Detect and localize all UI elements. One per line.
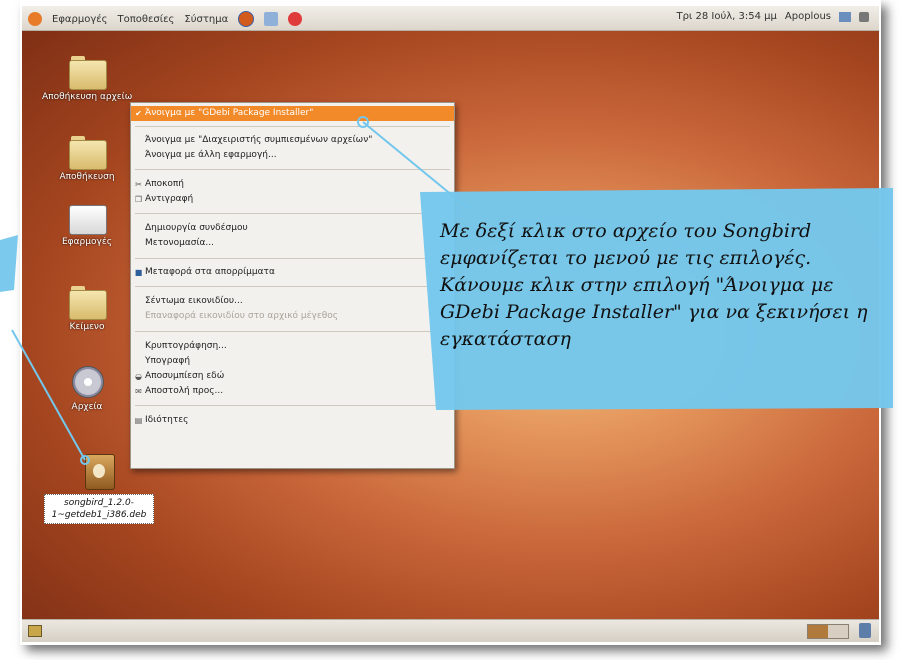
ubuntu-logo-icon[interactable] bbox=[28, 12, 42, 26]
desktop-folder-icon-1[interactable]: Αποθήκευση αρχείων bbox=[42, 56, 132, 102]
menu-separator bbox=[135, 286, 450, 287]
copy-icon: ❐ bbox=[134, 195, 143, 204]
desktop-icon-label: Κείμενο bbox=[69, 322, 105, 332]
top-panel-menus: Εφαρμογές Τοποθεσίες Σύστημα bbox=[28, 11, 303, 27]
mail-launcher-icon[interactable] bbox=[264, 12, 279, 26]
menu-item-label: Αποκοπή bbox=[145, 179, 185, 189]
menu-item-extract-here[interactable]: ◒ Αποσυμπίεση εδώ bbox=[131, 369, 454, 384]
folder-icon bbox=[69, 136, 107, 170]
firefox-launcher-icon[interactable] bbox=[238, 11, 255, 27]
workspace-switcher[interactable] bbox=[807, 624, 849, 639]
menu-item-open-other[interactable]: Άνοιγμα με άλλη εφαρμογή... bbox=[131, 148, 454, 163]
folder-icon bbox=[69, 56, 107, 90]
menu-separator bbox=[135, 126, 450, 127]
properties-icon: ▤ bbox=[134, 416, 143, 425]
top-panel: Εφαρμογές Τοποθεσίες Σύστημα Τρι 28 Ιούλ… bbox=[22, 6, 879, 31]
menu-item-label: Μεταφορά στα απορρίμματα bbox=[145, 267, 275, 277]
menu-separator bbox=[135, 169, 450, 170]
menu-item-properties[interactable]: ▤ Ιδιότητες bbox=[131, 413, 454, 428]
desktop-file-icon-3[interactable]: Εφαρμογές bbox=[42, 201, 132, 247]
trash-icon[interactable] bbox=[859, 623, 871, 638]
menu-item-encrypt[interactable]: Κρυπτογράφηση... bbox=[131, 339, 454, 354]
scissors-icon: ✂ bbox=[135, 180, 142, 189]
menu-item-make-link[interactable]: Δημιουργία συνδέσμου bbox=[131, 221, 454, 236]
menu-item-stretch-icon[interactable]: Σέντωμα εικονιδίου... bbox=[131, 294, 454, 309]
desktop-folder-icon-4[interactable]: Κείμενο bbox=[42, 286, 132, 332]
desktop-icon-label: Αποθήκευση αρχείων bbox=[42, 92, 132, 102]
menu-item-open-gdebi[interactable]: ✔ Άνοιγμα με "GDebi Package Installer" bbox=[131, 106, 454, 121]
menu-item-label: Αποστολή προς... bbox=[145, 386, 224, 396]
menu-item-move-to-trash[interactable]: ■ Μεταφορά στα απορρίμματα bbox=[131, 265, 454, 280]
top-panel-status: Τρι 28 Ιούλ, 3:54 μμ Apoplous bbox=[676, 11, 869, 22]
volume-icon[interactable] bbox=[859, 11, 869, 22]
desktop-icon-label: Αρχεία bbox=[71, 402, 103, 412]
disc-icon bbox=[69, 366, 105, 398]
menu-item-label: Ιδιότητες bbox=[145, 415, 189, 425]
menu-item-label: Κρυπτογράφηση... bbox=[145, 341, 227, 351]
menu-item-cut[interactable]: ✂ Αποκοπή bbox=[131, 177, 454, 192]
selected-file-label: songbird_1.2.0-1~getdeb1_i386.deb bbox=[44, 494, 154, 524]
menu-separator bbox=[135, 213, 450, 214]
menu-places[interactable]: Τοποθεσίες bbox=[118, 14, 175, 25]
menu-separator bbox=[135, 258, 450, 259]
menu-item-label: Σέντωμα εικονιδίου... bbox=[145, 296, 243, 306]
show-desktop-icon[interactable] bbox=[28, 625, 42, 637]
menu-item-label: Αποσυμπίεση εδώ bbox=[145, 371, 225, 381]
menu-item-restore-icon-size: Επαναφορά εικονιδίου στο αρχικό μέγεθος bbox=[131, 309, 454, 324]
menu-item-label: Άνοιγμα με "Διαχειριστής συμπιεσμένων αρ… bbox=[145, 135, 373, 145]
callout-text: Με δεξί κλικ στο αρχείο του Songbird εμφ… bbox=[440, 220, 868, 350]
left-callout-pointer bbox=[0, 235, 18, 292]
document-icon bbox=[69, 201, 107, 235]
clock[interactable]: Τρι 28 Ιούλ, 3:54 μμ bbox=[676, 11, 776, 22]
menu-applications[interactable]: Εφαρμογές bbox=[52, 14, 108, 25]
menu-item-label: Άνοιγμα με άλλη εφαρμογή... bbox=[145, 150, 277, 160]
extract-icon: ◒ bbox=[135, 372, 142, 381]
package-icon bbox=[79, 450, 119, 490]
menu-item-label: Υπογραφή bbox=[145, 356, 191, 366]
send-icon: ✉ bbox=[135, 387, 142, 396]
check-icon: ✔ bbox=[135, 109, 142, 118]
desktop-icon-label: Αποθήκευση bbox=[59, 172, 115, 182]
folder-icon bbox=[69, 286, 107, 320]
menu-item-label: Επαναφορά εικονιδίου στο αρχικό μέγεθος bbox=[145, 311, 338, 321]
network-icon[interactable] bbox=[839, 11, 851, 22]
menu-item-label: Άνοιγμα με "GDebi Package Installer" bbox=[145, 108, 314, 118]
menu-item-rename[interactable]: Μετονομασία... bbox=[131, 236, 454, 251]
menu-item-open-archive-manager[interactable]: Άνοιγμα με "Διαχειριστής συμπιεσμένων αρ… bbox=[131, 133, 454, 148]
user-name[interactable]: Apoplous bbox=[785, 11, 831, 22]
menu-item-label: Αντιγραφή bbox=[145, 194, 194, 204]
help-launcher-icon[interactable] bbox=[288, 12, 303, 26]
bottom-panel bbox=[22, 619, 879, 642]
desktop-folder-icon-2[interactable]: Αποθήκευση bbox=[42, 136, 132, 182]
desktop-disc-icon-5[interactable]: Αρχεία bbox=[42, 366, 132, 412]
selected-deb-file[interactable]: songbird_1.2.0-1~getdeb1_i386.deb bbox=[44, 450, 154, 524]
menu-separator bbox=[135, 331, 450, 332]
desktop-icon-label: Εφαρμογές bbox=[62, 237, 112, 247]
menu-item-sign[interactable]: Υπογραφή bbox=[131, 354, 454, 369]
trash-icon: ■ bbox=[134, 268, 143, 277]
menu-item-send-to[interactable]: ✉ Αποστολή προς... bbox=[131, 384, 454, 399]
menu-system[interactable]: Σύστημα bbox=[184, 14, 228, 25]
menu-item-label: Δημιουργία συνδέσμου bbox=[145, 223, 248, 233]
menu-separator bbox=[135, 405, 450, 406]
menu-item-label: Μετονομασία... bbox=[145, 238, 215, 248]
context-menu: ✔ Άνοιγμα με "GDebi Package Installer" Ά… bbox=[130, 102, 455, 469]
menu-item-copy[interactable]: ❐ Αντιγραφή bbox=[131, 192, 454, 207]
